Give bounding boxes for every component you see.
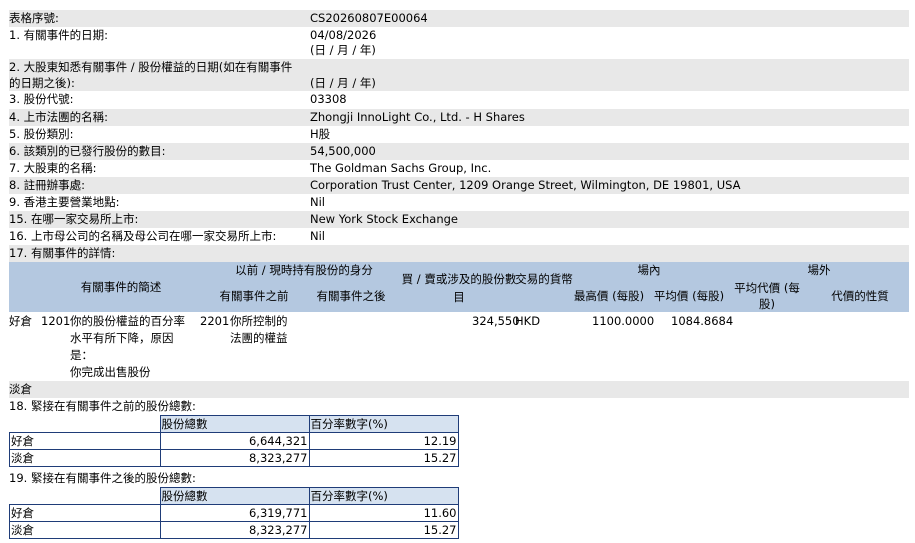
header-highest-price: 最高價 (每股) xyxy=(573,289,645,303)
header-event-desc: 有關事件的簡述 xyxy=(80,280,162,294)
event-date-format-note: (日 / 月 / 年) xyxy=(310,43,376,57)
capacity-line1: 你所控制的 xyxy=(230,314,288,328)
event-desc-line2: 水平有所下降，原因 xyxy=(70,331,174,345)
header-before-event: 有關事件之前 xyxy=(219,289,289,303)
header-after-event: 有關事件之後 xyxy=(316,289,386,303)
table-corner xyxy=(9,415,161,433)
header-average-consideration: 平均代價 (每股) xyxy=(734,281,800,311)
hk-business-place-label: 9. 香港主要營業地點: xyxy=(9,195,120,209)
form-row-event-details: 17. 有關事件的詳情: xyxy=(9,245,909,262)
position-type: 淡倉 xyxy=(9,521,161,539)
event-table-header: 有關事件的簡述 以前 / 現時持有股份的身分 有關事件之前 有關事件之後 買 /… xyxy=(9,262,909,312)
item18-label: 18. 緊接在有關事件之前的股份總數: xyxy=(9,399,196,413)
share-class-label: 5. 股份類別: xyxy=(9,127,74,141)
share-class-value: H股 xyxy=(310,127,331,141)
stock-code-label: 3. 股份代號: xyxy=(9,92,74,106)
currency-value: HKD xyxy=(515,314,541,328)
short-position-row: 淡倉 xyxy=(9,381,909,398)
shareholder-name-value: The Goldman Sachs Group, Inc. xyxy=(310,161,492,175)
form-row-shareholder-name: 7. 大股東的名稱: The Goldman Sachs Group, Inc. xyxy=(9,160,909,177)
event-desc-line1: 你的股份權益的百分率 xyxy=(70,314,185,328)
col-percentage: 百分率數字(%) xyxy=(308,415,459,433)
header-on-exchange: 場內 xyxy=(637,263,661,277)
aware-date-label-line1: 2. 大股東知悉有關事件 / 股份權益的日期(如在有關事件 xyxy=(9,60,293,74)
form-row-registered-office: 8. 註冊辦事處: Corporation Trust Center, 1209… xyxy=(9,177,909,194)
form-row-aware-date: 2. 大股東知悉有關事件 / 股份權益的日期(如在有關事件 的日期之後): (日… xyxy=(9,59,909,91)
table-row: 淡倉 8,323,277 15.27 xyxy=(9,521,459,539)
header-average-price: 平均價 (每股) xyxy=(653,289,725,303)
item19-label: 19. 緊接在有關事件之後的股份總數: xyxy=(9,471,196,485)
form-row-event-date: 1. 有關事件的日期: 04/08/2026 (日 / 月 / 年) xyxy=(9,27,909,59)
form-row-issuer-name: 4. 上市法團的名稱: Zhongji InnoLight Co., Ltd. … xyxy=(9,109,909,126)
form-row-parent-company: 16. 上市母公司的名稱及母公司在哪一家交易所上市: Nil xyxy=(9,228,909,245)
issued-shares-value: 54,500,000 xyxy=(310,144,376,158)
table-row: 好倉 6,644,321 12.19 xyxy=(9,432,459,450)
capacity-code: 2201 xyxy=(200,314,230,328)
short-position-label: 淡倉 xyxy=(9,382,32,396)
shares-involved-value: 324,550 xyxy=(472,314,520,328)
total-shares: 6,319,771 xyxy=(159,504,310,522)
parent-company-value: Nil xyxy=(310,229,325,243)
table-row: 好倉 6,319,771 11.60 xyxy=(9,504,459,522)
exchange-label: 15. 在哪一家交易所上市: xyxy=(9,212,139,226)
table-row: 淡倉 8,323,277 15.27 xyxy=(9,449,459,467)
hk-business-place-value: Nil xyxy=(310,195,325,209)
serial-value: CS20260807E00064 xyxy=(310,11,428,25)
event-details-label: 17. 有關事件的詳情: xyxy=(9,246,116,260)
issued-shares-label: 6. 該類別的已發行股份的數目: xyxy=(9,144,166,158)
form-row-issued-shares: 6. 該類別的已發行股份的數目: 54,500,000 xyxy=(9,143,909,160)
col-total-shares: 股份總數 xyxy=(159,487,310,505)
header-currency: 交易的貨幣 xyxy=(515,272,573,286)
col-total-shares: 股份總數 xyxy=(159,415,310,433)
event-desc-line3: 是： xyxy=(70,348,93,362)
form-row-exchange: 15. 在哪一家交易所上市: New York Stock Exchange xyxy=(9,211,909,228)
event-code: 1201 xyxy=(41,314,71,328)
table-corner xyxy=(9,487,161,505)
issuer-name-value: Zhongji InnoLight Co., Ltd. - H Shares xyxy=(310,110,525,124)
form-row-serial: 表格序號: CS20260807E00064 xyxy=(9,10,909,27)
form-row-hk-business-place: 9. 香港主要營業地點: Nil xyxy=(9,194,909,211)
percentage: 15.27 xyxy=(308,449,459,467)
total-shares: 8,323,277 xyxy=(159,521,310,539)
aware-date-format-note: (日 / 月 / 年) xyxy=(310,76,376,90)
form-row-stock-code: 3. 股份代號: 03308 xyxy=(9,91,909,108)
stock-code-value: 03308 xyxy=(310,92,347,106)
registered-office-label: 8. 註冊辦事處: xyxy=(9,178,86,192)
header-off-exchange: 場外 xyxy=(807,263,831,277)
item19-row: 19. 緊接在有關事件之後的股份總數: xyxy=(9,470,909,487)
long-position-label: 好倉 xyxy=(9,314,32,328)
total-shares: 8,323,277 xyxy=(159,449,310,467)
serial-label: 表格序號: xyxy=(9,11,59,25)
exchange-value: New York Stock Exchange xyxy=(310,212,458,226)
average-price-value: 1084.8684 xyxy=(671,314,734,328)
aware-date-label-line2: 的日期之後): xyxy=(9,76,75,90)
header-consideration-nature: 代價的性質 xyxy=(831,289,889,303)
item18-table: 股份總數 百分率數字(%) 好倉 6,644,321 12.19 淡倉 8,32… xyxy=(9,415,459,467)
parent-company-label: 16. 上市母公司的名稱及母公司在哪一家交易所上市: xyxy=(9,229,277,243)
item19-table: 股份總數 百分率數字(%) 好倉 6,319,771 11.60 淡倉 8,32… xyxy=(9,487,459,539)
capacity-line2: 法團的權益 xyxy=(230,331,288,345)
percentage: 15.27 xyxy=(308,521,459,539)
event-date-label: 1. 有關事件的日期: xyxy=(9,28,109,42)
shareholder-name-label: 7. 大股東的名稱: xyxy=(9,161,97,175)
position-type: 淡倉 xyxy=(9,449,161,467)
total-shares: 6,644,321 xyxy=(159,432,310,450)
issuer-name-label: 4. 上市法團的名稱: xyxy=(9,110,109,124)
percentage: 11.60 xyxy=(308,504,459,522)
form-row-share-class: 5. 股份類別: H股 xyxy=(9,126,909,143)
position-type: 好倉 xyxy=(9,504,161,522)
percentage: 12.19 xyxy=(308,432,459,450)
item18-row: 18. 緊接在有關事件之前的股份總數: xyxy=(9,398,909,415)
header-capacity: 以前 / 現時持有股份的身分 xyxy=(235,263,373,277)
table-header-row: 股份總數 百分率數字(%) xyxy=(9,487,459,505)
highest-price-value: 1100.0000 xyxy=(592,314,655,328)
table-header-row: 股份總數 百分率數字(%) xyxy=(9,415,459,433)
event-desc-line4: 你完成出售股份 xyxy=(70,365,151,379)
header-shares-involved: 買 / 賣或涉及的股份數目 xyxy=(401,272,517,304)
registered-office-value: Corporation Trust Center, 1209 Orange St… xyxy=(310,178,741,192)
position-type: 好倉 xyxy=(9,432,161,450)
col-percentage: 百分率數字(%) xyxy=(308,487,459,505)
